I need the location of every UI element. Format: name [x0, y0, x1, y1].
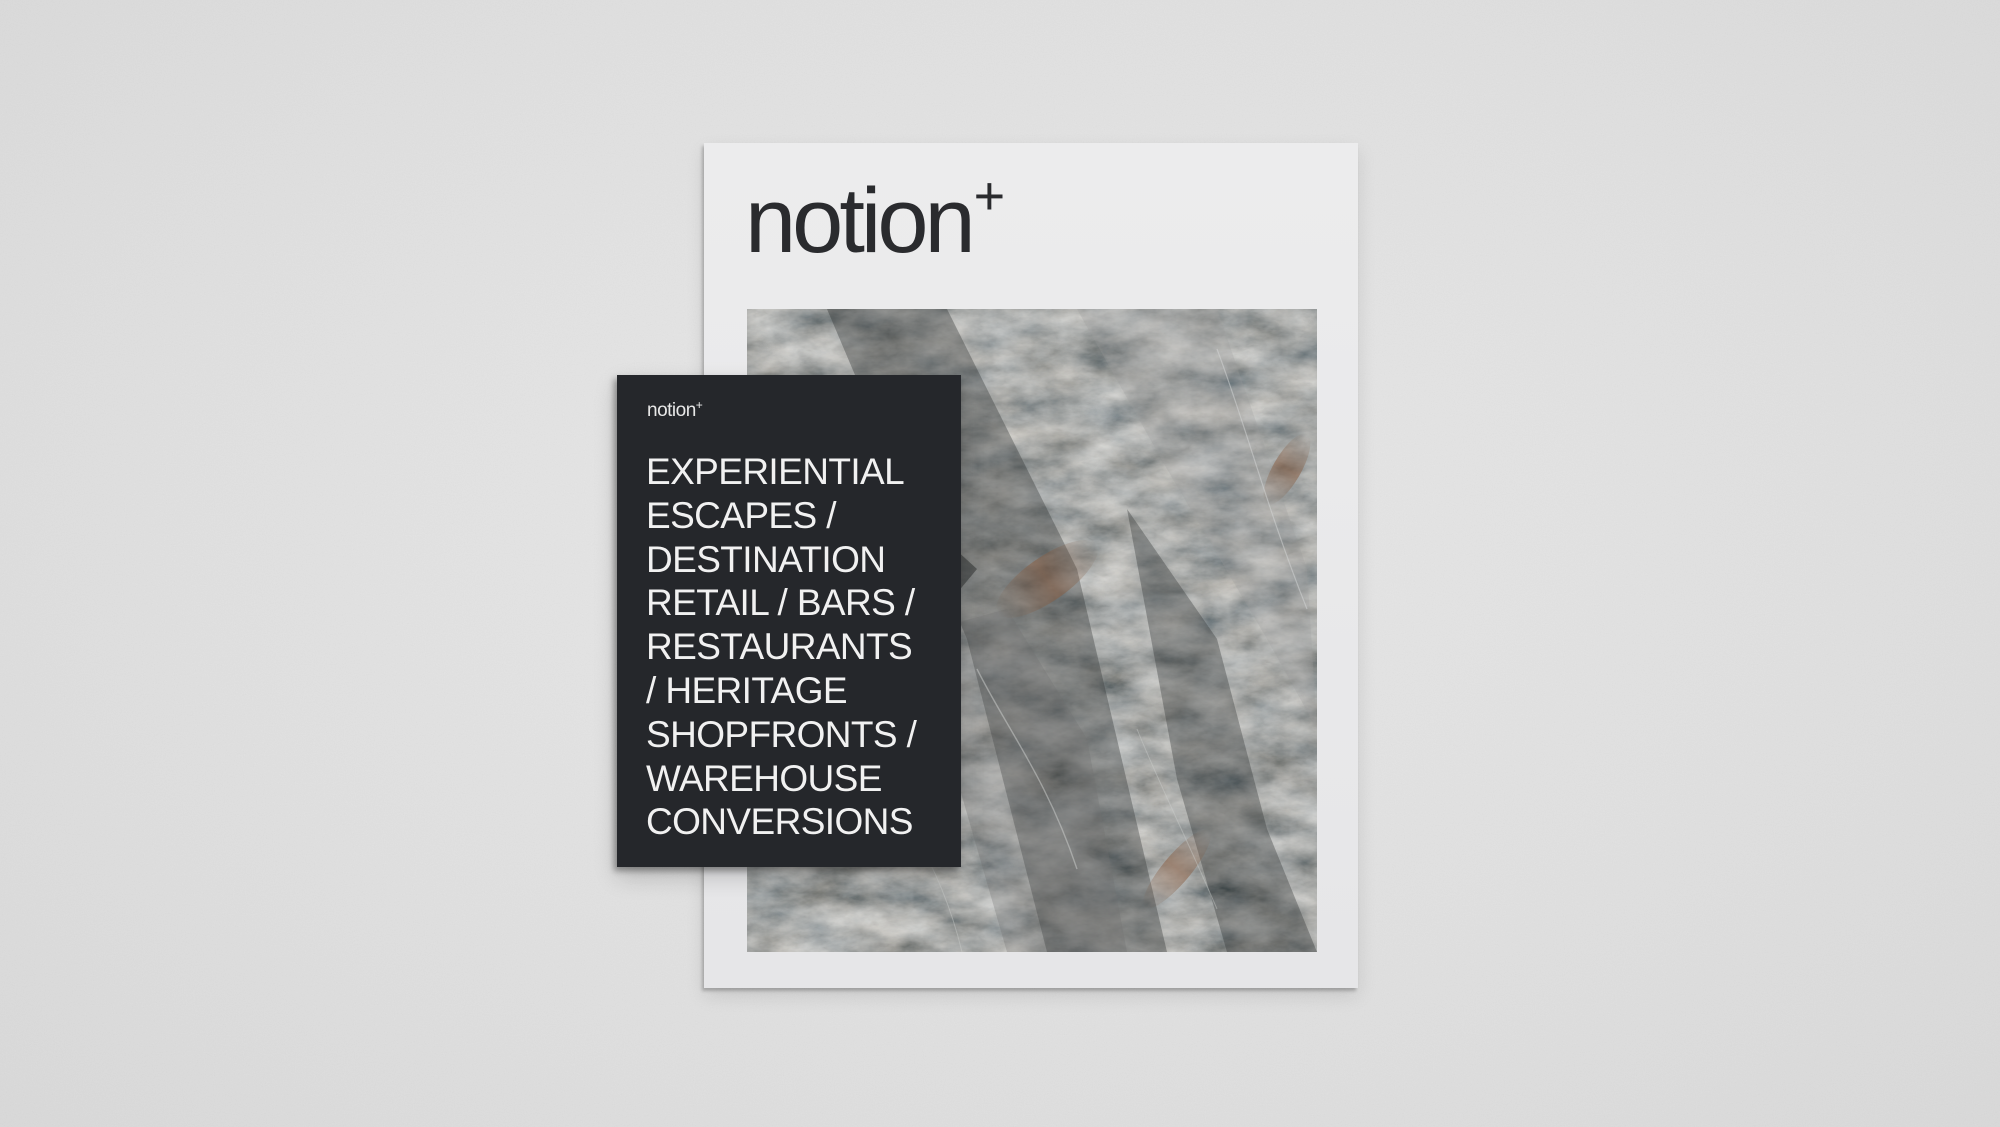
card-line: RESTAURANTS	[646, 626, 913, 668]
card-line: RETAIL / BARS /	[646, 582, 915, 624]
card-line: WAREHOUSE	[646, 757, 882, 799]
card-line: DESTINATION	[646, 538, 886, 580]
cover-logo-plus: +	[973, 166, 1006, 226]
card-logo-plus: +	[695, 398, 703, 412]
card-line: CONVERSIONS	[646, 801, 913, 843]
cover-logo: notion+	[745, 169, 1005, 267]
card-line: EXPERIENTIAL	[646, 451, 905, 492]
card-line: / HERITAGE	[646, 669, 848, 711]
card-line: SHOPFRONTS /	[646, 713, 917, 755]
card-logo-word: notion	[647, 400, 696, 421]
info-card: notion+ EXPERIENTIAL ESCAPES / DESTINATI…	[617, 375, 961, 867]
card-logo: notion+	[647, 398, 703, 421]
cover-logo-word: notion	[745, 170, 976, 272]
card-text-block: EXPERIENTIAL ESCAPES / DESTINATION RETAI…	[646, 450, 917, 844]
card-line: ESCAPES /	[646, 494, 837, 536]
